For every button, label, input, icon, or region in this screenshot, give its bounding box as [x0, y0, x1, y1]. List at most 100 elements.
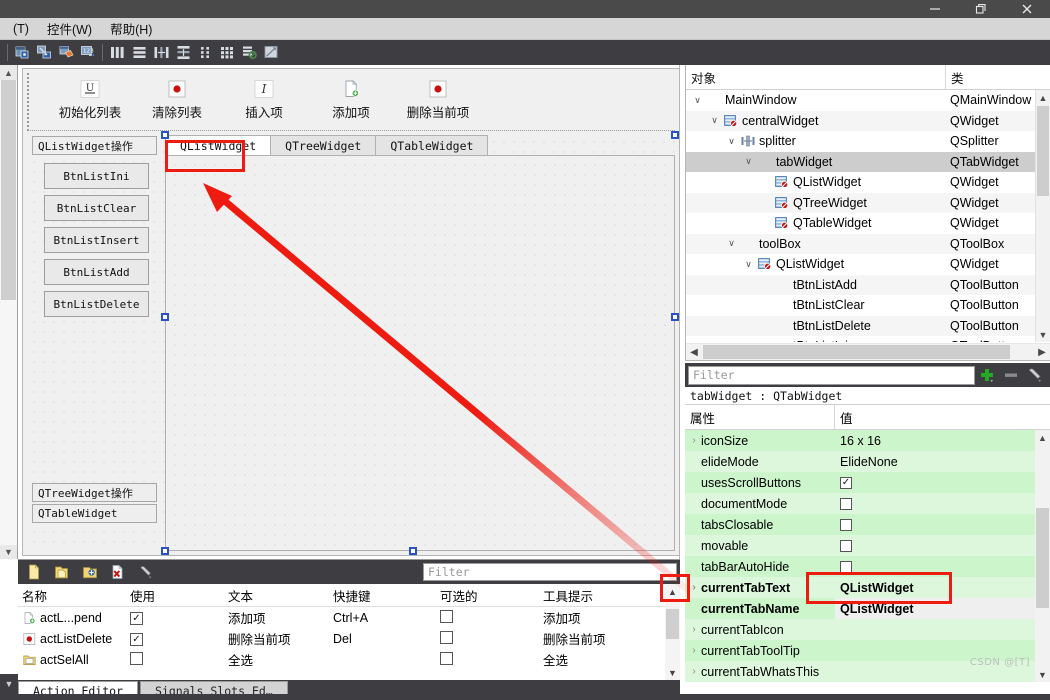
scroll-thumb[interactable]	[1, 80, 16, 300]
checkbox-unchecked-icon[interactable]	[840, 560, 852, 573]
property-value-cell[interactable]	[835, 619, 1035, 640]
scroll-track[interactable]	[0, 80, 17, 545]
add-property-icon[interactable]	[975, 364, 999, 386]
object-tree-row[interactable]: tBtnListDelete QToolButton	[686, 315, 1035, 336]
chevron-right-icon[interactable]: ›	[687, 582, 701, 593]
layout-horizontal-icon[interactable]	[106, 42, 128, 63]
property-row[interactable]: documentMode	[685, 493, 1035, 514]
chevron-right-icon[interactable]: ›	[687, 666, 701, 677]
form-toolbar-button-clear-list[interactable]: 清除列表	[142, 73, 212, 121]
object-inspector[interactable]: 对象 类 ∨ MainWindow QMainWindow ∨ centralWidge…	[685, 65, 1050, 361]
action-editor[interactable]: 名称 使用 文本 快捷键 可选的 工具提示 actL...pend ✓ 添加项 Ctr…	[18, 559, 680, 700]
checkbox-unchecked-icon[interactable]	[440, 630, 453, 644]
property-value-cell[interactable]	[835, 493, 1035, 514]
object-tree-row[interactable]: QTreeWidget QWidget	[686, 192, 1035, 213]
configure-icon[interactable]	[134, 561, 158, 583]
form-toolbar-button-insert-item[interactable]: I 插入项	[229, 73, 299, 121]
property-row[interactable]: tabsClosable	[685, 514, 1035, 535]
object-inspector-hscrollbar[interactable]: ◀ ▶	[686, 343, 1050, 360]
property-row[interactable]: usesScrollButtons ✓	[685, 472, 1035, 493]
property-value-cell[interactable]: QListWidget	[835, 598, 1035, 619]
scroll-down-icon[interactable]: ▼	[1035, 667, 1050, 682]
action-used-cell[interactable]: ✓	[128, 610, 228, 626]
checkbox-unchecked-icon[interactable]	[840, 539, 852, 552]
action-table-row[interactable]: actL...pend ✓ 添加项 Ctrl+A 添加项	[18, 607, 680, 628]
resize-handle-top-left[interactable]	[161, 131, 169, 139]
toolbox-page-header-tablewidget[interactable]: QTableWidget	[32, 504, 157, 523]
property-row[interactable]: › currentTabText QListWidget	[685, 577, 1035, 598]
scroll-up-icon[interactable]: ▲	[1035, 430, 1050, 445]
checkbox-unchecked-icon[interactable]	[440, 609, 453, 623]
form-toolbar-button-add-item[interactable]: 添加项	[316, 73, 386, 121]
delete-action-icon[interactable]	[106, 561, 130, 583]
object-tree-row[interactable]: QListWidget QWidget	[686, 172, 1035, 193]
action-checkable-cell[interactable]	[438, 630, 543, 647]
action-checkable-cell[interactable]	[438, 651, 543, 668]
form-splitter[interactable]: QListWidget操作 BtnListIni BtnListClear Bt…	[27, 131, 679, 555]
menu-tools[interactable]: (T)	[4, 20, 38, 38]
property-editor[interactable]: 属性 值 › iconSize 16 x 16 elideMode ElideNone u…	[685, 405, 1050, 682]
break-layout-icon[interactable]	[238, 42, 260, 63]
dock-scroll-down-icon[interactable]: ▼	[0, 674, 18, 694]
object-tree[interactable]: ∨ MainWindow QMainWindow ∨ centralWidget QWid…	[686, 90, 1035, 342]
object-tree-row[interactable]: tBtnListAdd QToolButton	[686, 274, 1035, 295]
chevron-right-icon[interactable]: ›	[687, 645, 701, 656]
property-value-cell[interactable]: QListWidget	[835, 577, 1035, 598]
action-used-cell[interactable]: ✓	[128, 631, 228, 647]
design-canvas[interactable]: U 初始化列表 清除列表 I 插入项 添加项 删除当前项 QListWidget…	[18, 65, 680, 559]
action-used-cell[interactable]	[128, 651, 228, 668]
property-row[interactable]: › currentTabIcon	[685, 619, 1035, 640]
scroll-down-icon[interactable]: ▼	[1036, 327, 1050, 342]
object-tree-row[interactable]: ∨ centralWidget QWidget	[686, 110, 1035, 131]
resize-handle-mid-left[interactable]	[161, 313, 169, 321]
action-rows[interactable]: actL...pend ✓ 添加项 Ctrl+A 添加项 actListDelete ✓ 删除…	[18, 607, 680, 670]
layout-grid-icon[interactable]	[216, 42, 238, 63]
property-vscrollbar[interactable]: ▲ ▼	[1035, 430, 1050, 682]
property-rows[interactable]: › iconSize 16 x 16 elideMode ElideNone usesSc…	[685, 430, 1035, 682]
scroll-down-icon[interactable]: ▼	[665, 665, 680, 680]
minimize-icon[interactable]	[912, 0, 958, 18]
edit-signals-slots-icon[interactable]	[33, 42, 55, 63]
tool-button-BtnListAdd[interactable]: BtnListAdd	[44, 259, 149, 285]
tab-page-content[interactable]	[165, 155, 675, 551]
property-row[interactable]: elideMode ElideNone	[685, 451, 1035, 472]
action-vscrollbar[interactable]: ▲ ▼	[665, 584, 680, 680]
checkbox-unchecked-icon[interactable]	[440, 651, 453, 665]
layout-splitter-vertical-icon[interactable]	[172, 42, 194, 63]
copy-action-icon[interactable]	[50, 561, 74, 583]
edit-buddies-icon[interactable]	[55, 42, 77, 63]
object-tree-row[interactable]: ∨ toolBox QToolBox	[686, 233, 1035, 254]
edit-tab-order-icon[interactable]: 123	[77, 42, 99, 63]
action-table[interactable]: 名称 使用 文本 快捷键 可选的 工具提示 actL...pend ✓ 添加项 Ctr…	[18, 584, 680, 680]
form-main-window[interactable]: U 初始化列表 清除列表 I 插入项 添加项 删除当前项 QListWidget…	[22, 68, 679, 556]
scroll-thumb[interactable]	[666, 609, 679, 639]
form-toolbar-button-delete-item[interactable]: 删除当前项	[403, 73, 473, 121]
layout-vertical-icon[interactable]	[128, 42, 150, 63]
tool-button-BtnListDelete[interactable]: BtnListDelete	[44, 291, 149, 317]
tab-qlistwidget[interactable]: QListWidget	[165, 135, 272, 156]
object-tree-row[interactable]: QTableWidget QWidget	[686, 213, 1035, 234]
layout-form-icon[interactable]	[194, 42, 216, 63]
toolbox-page-header-treewidget[interactable]: QTreeWidget操作	[32, 483, 157, 502]
property-row[interactable]: › iconSize 16 x 16	[685, 430, 1035, 451]
checkbox-checked-icon[interactable]: ✓	[840, 476, 852, 489]
edit-action-icon[interactable]	[78, 561, 102, 583]
property-value-cell[interactable]: ✓	[835, 472, 1035, 493]
resize-handle-bottom-left[interactable]	[161, 547, 169, 555]
object-tree-row[interactable]: ∨ tabWidget QTabWidget	[686, 151, 1035, 172]
toolbox-page-header-listwidget[interactable]: QListWidget操作	[32, 136, 157, 155]
action-checkable-cell[interactable]	[438, 609, 543, 626]
scroll-down-icon[interactable]: ▼	[0, 545, 17, 559]
scroll-thumb[interactable]	[1036, 508, 1049, 608]
resize-handle-bottom-mid[interactable]	[409, 547, 417, 555]
toolbox-widget[interactable]: QListWidget操作 BtnListIni BtnListClear Bt…	[27, 135, 165, 551]
property-row[interactable]: tabBarAutoHide	[685, 556, 1035, 577]
scroll-right-icon[interactable]: ▶	[1034, 344, 1050, 361]
property-value-cell[interactable]	[835, 514, 1035, 535]
resize-handle-mid-right[interactable]	[671, 313, 679, 321]
tab-qtablewidget[interactable]: QTableWidget	[375, 135, 489, 156]
object-tree-row[interactable]: ∨ splitter QSplitter	[686, 131, 1035, 152]
property-filter-input[interactable]	[688, 365, 975, 385]
menu-help[interactable]: 帮助(H)	[101, 17, 161, 40]
scroll-up-icon[interactable]: ▲	[0, 65, 17, 80]
